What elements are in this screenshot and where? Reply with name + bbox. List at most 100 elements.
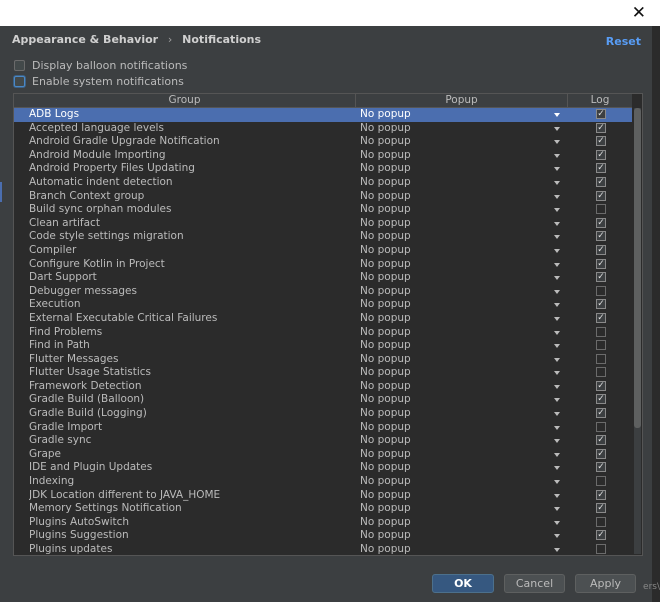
log-checkbox[interactable]: ✓ (596, 462, 606, 473)
log-checkbox[interactable]: ✓ (596, 394, 606, 405)
log-checkbox[interactable]: ✓ (596, 136, 606, 147)
log-checkbox[interactable] (596, 285, 606, 296)
column-header-group[interactable]: Group (14, 94, 356, 107)
table-row[interactable]: IDE and Plugin Updates No popup ✓ (14, 461, 632, 475)
log-checkbox[interactable] (596, 326, 606, 337)
table-row[interactable]: Compiler No popup ✓ (14, 244, 632, 258)
ok-button[interactable]: OK (432, 574, 494, 593)
log-checkbox[interactable]: ✓ (596, 176, 606, 187)
breadcrumb-parent[interactable]: Appearance & Behavior (12, 33, 158, 46)
table-row[interactable]: Find Problems No popup (14, 326, 632, 340)
log-checkbox[interactable]: ✓ (596, 231, 606, 242)
popup-dropdown[interactable]: No popup (360, 326, 580, 340)
popup-dropdown[interactable]: No popup (360, 421, 580, 435)
popup-dropdown[interactable]: No popup (360, 529, 580, 543)
table-row[interactable]: External Executable Critical Failures No … (14, 312, 632, 326)
chevron-down-icon[interactable] (554, 248, 560, 253)
chevron-down-icon[interactable] (554, 316, 560, 321)
log-checkbox[interactable] (596, 544, 606, 554)
chevron-down-icon[interactable] (554, 208, 560, 213)
table-row[interactable]: Plugins AutoSwitch No popup (14, 516, 632, 530)
popup-dropdown[interactable]: No popup (360, 502, 580, 516)
chevron-down-icon[interactable] (554, 330, 560, 335)
popup-dropdown[interactable]: No popup (360, 108, 580, 122)
table-row[interactable]: Plugins updates No popup (14, 543, 632, 555)
table-row[interactable]: Plugins Suggestion No popup ✓ (14, 529, 632, 543)
chevron-down-icon[interactable] (554, 548, 560, 552)
log-checkbox[interactable]: ✓ (596, 408, 606, 419)
chevron-down-icon[interactable] (554, 167, 560, 172)
table-row[interactable]: JDK Location different to JAVA_HOME No po… (14, 489, 632, 503)
log-checkbox[interactable] (596, 340, 606, 351)
chevron-down-icon[interactable] (554, 303, 560, 308)
chevron-down-icon[interactable] (554, 289, 560, 294)
popup-dropdown[interactable]: No popup (360, 448, 580, 462)
scrollbar-thumb[interactable] (634, 108, 641, 428)
chevron-down-icon[interactable] (554, 126, 560, 131)
chevron-down-icon[interactable] (554, 398, 560, 403)
chevron-down-icon[interactable] (554, 235, 560, 240)
table-row[interactable]: Dart Support No popup ✓ (14, 271, 632, 285)
table-row[interactable]: Accepted language levels No popup ✓ (14, 122, 632, 136)
table-row[interactable]: Find in Path No popup (14, 339, 632, 353)
chevron-down-icon[interactable] (554, 344, 560, 349)
popup-dropdown[interactable]: No popup (360, 475, 580, 489)
log-checkbox[interactable]: ✓ (596, 448, 606, 459)
log-checkbox[interactable]: ✓ (596, 489, 606, 500)
table-row[interactable]: Debugger messages No popup (14, 285, 632, 299)
popup-dropdown[interactable]: No popup (360, 461, 580, 475)
log-checkbox[interactable]: ✓ (596, 244, 606, 255)
table-row[interactable]: Android Property Files Updating No popup ✓ (14, 162, 632, 176)
system-notifications-option[interactable]: Enable system notifications (14, 74, 184, 88)
chevron-down-icon[interactable] (554, 194, 560, 199)
popup-dropdown[interactable]: No popup (360, 516, 580, 530)
popup-dropdown[interactable]: No popup (360, 122, 580, 136)
table-row[interactable]: Clean artifact No popup ✓ (14, 217, 632, 231)
chevron-down-icon[interactable] (554, 425, 560, 430)
log-checkbox[interactable]: ✓ (596, 272, 606, 283)
chevron-down-icon[interactable] (554, 153, 560, 158)
popup-dropdown[interactable]: No popup (360, 434, 580, 448)
log-checkbox[interactable] (596, 204, 606, 215)
chevron-down-icon[interactable] (554, 520, 560, 525)
popup-dropdown[interactable]: No popup (360, 244, 580, 258)
popup-dropdown[interactable]: No popup (360, 258, 580, 272)
balloon-notifications-checkbox[interactable] (14, 59, 25, 71)
popup-dropdown[interactable]: No popup (360, 149, 580, 163)
chevron-down-icon[interactable] (554, 180, 560, 185)
table-row[interactable]: Gradle Import No popup (14, 421, 632, 435)
cancel-button[interactable]: Cancel (504, 574, 565, 593)
balloon-notifications-option[interactable]: Display balloon notifications (14, 58, 187, 72)
system-notifications-checkbox[interactable] (14, 75, 25, 87)
log-checkbox[interactable]: ✓ (596, 299, 606, 310)
popup-dropdown[interactable]: No popup (360, 217, 580, 231)
log-checkbox[interactable]: ✓ (596, 503, 606, 514)
table-row[interactable]: Build sync orphan modules No popup (14, 203, 632, 217)
popup-dropdown[interactable]: No popup (360, 339, 580, 353)
log-checkbox[interactable]: ✓ (596, 217, 606, 228)
chevron-down-icon[interactable] (554, 384, 560, 389)
chevron-down-icon[interactable] (554, 452, 560, 457)
chevron-down-icon[interactable] (554, 221, 560, 226)
popup-dropdown[interactable]: No popup (360, 393, 580, 407)
popup-dropdown[interactable]: No popup (360, 271, 580, 285)
reset-link[interactable]: Reset (606, 35, 641, 48)
table-row[interactable]: Android Module Importing No popup ✓ (14, 149, 632, 163)
table-row[interactable]: Code style settings migration No popup ✓ (14, 230, 632, 244)
chevron-down-icon[interactable] (554, 412, 560, 417)
chevron-down-icon[interactable] (554, 439, 560, 444)
popup-dropdown[interactable]: No popup (360, 176, 580, 190)
log-checkbox[interactable] (596, 421, 606, 432)
table-row[interactable]: Memory Settings Notification No popup ✓ (14, 502, 632, 516)
chevron-down-icon[interactable] (554, 466, 560, 471)
apply-button[interactable]: Apply (575, 574, 636, 593)
chevron-down-icon[interactable] (554, 493, 560, 498)
chevron-down-icon[interactable] (554, 113, 560, 117)
log-checkbox[interactable] (596, 516, 606, 527)
table-row[interactable]: Gradle sync No popup ✓ (14, 434, 632, 448)
chevron-down-icon[interactable] (554, 507, 560, 512)
table-row[interactable]: Gradle Build (Balloon) No popup ✓ (14, 393, 632, 407)
log-checkbox[interactable]: ✓ (596, 109, 606, 119)
table-row[interactable]: Automatic indent detection No popup ✓ (14, 176, 632, 190)
log-checkbox[interactable]: ✓ (596, 435, 606, 446)
